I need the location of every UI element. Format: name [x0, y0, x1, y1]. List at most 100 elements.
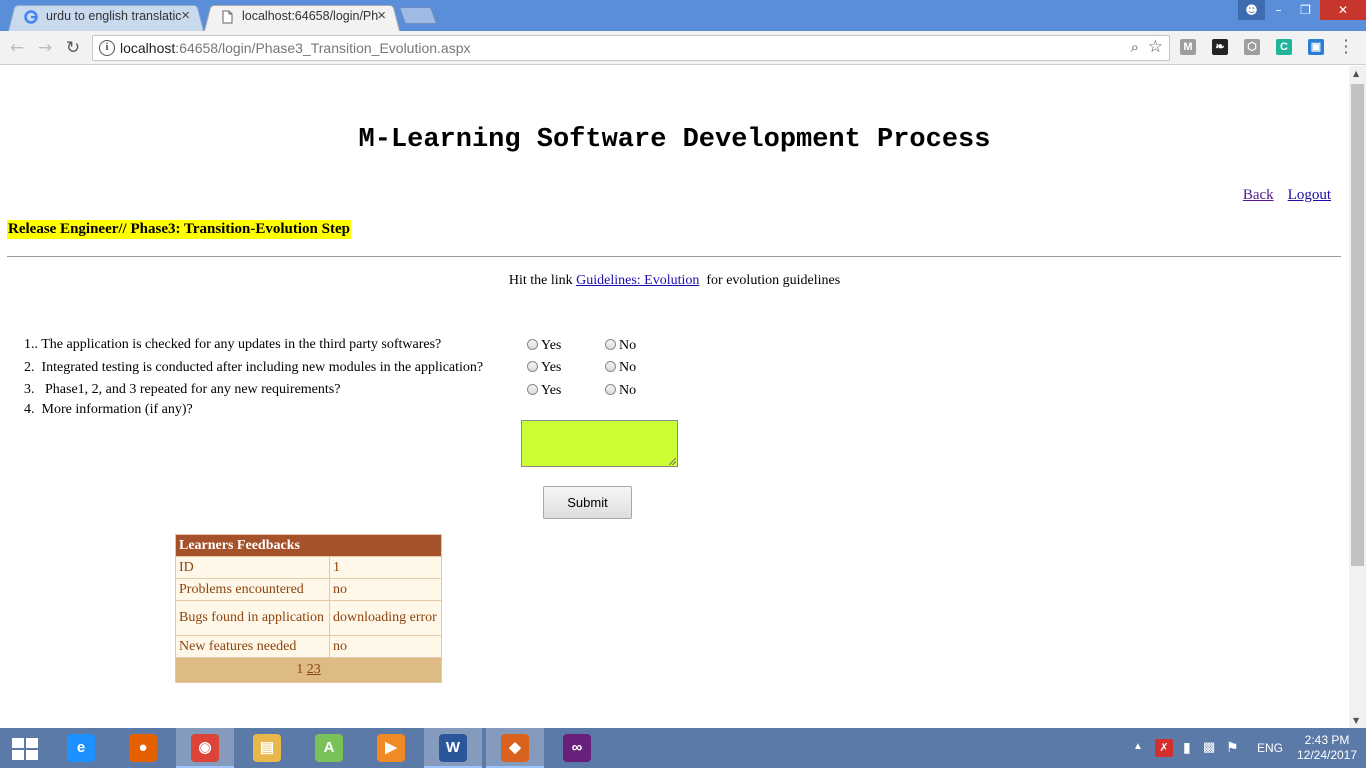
- clock[interactable]: 2:43 PM 12/24/2017: [1296, 733, 1358, 768]
- taskbar-app-button[interactable]: ∞: [548, 728, 606, 768]
- q2-yes-radio[interactable]: Yes: [527, 360, 561, 376]
- show-hidden-icons[interactable]: ▲: [1133, 741, 1143, 768]
- hint-text: for evolution guidelines: [699, 273, 841, 288]
- taskbar-app-button[interactable]: A: [300, 728, 358, 768]
- screen-extension-icon[interactable]: ▣: [1308, 39, 1324, 55]
- new-tab-button[interactable]: [398, 7, 438, 24]
- row-value: no: [329, 635, 442, 658]
- pager-page-3[interactable]: 3: [314, 662, 321, 677]
- antivirus-tray-icon[interactable]: ✗: [1155, 739, 1173, 757]
- taskbar-app-button[interactable]: ▤: [238, 728, 296, 768]
- menu-icon[interactable]: · · ·: [1342, 33, 1350, 61]
- scroll-up-icon[interactable]: ▲: [1353, 69, 1359, 78]
- bookmark-star-icon[interactable]: ☆: [1148, 37, 1163, 57]
- address-bar[interactable]: i localhost:64658/login/Phase3_Transitio…: [92, 35, 1170, 61]
- close-window-button[interactable]: ✕: [1320, 0, 1366, 20]
- taskbar-app-button[interactable]: ◉: [176, 728, 234, 768]
- guidelines-hint: Hit the link Guidelines: Evolution for e…: [0, 273, 1349, 289]
- logout-link[interactable]: Logout: [1288, 187, 1331, 203]
- start-button[interactable]: [0, 728, 50, 768]
- back-link[interactable]: Back: [1243, 187, 1274, 203]
- radio-label: No: [619, 338, 637, 353]
- clock-date: 12/24/2017: [1296, 748, 1358, 762]
- guidelines-evolution-link[interactable]: Guidelines: Evolution: [576, 273, 699, 288]
- q2-no-radio[interactable]: No: [605, 360, 636, 376]
- pager-current: 1: [296, 662, 304, 677]
- page-scrollbar[interactable]: ▲ ▼: [1349, 66, 1366, 728]
- row-label: Problems encountered: [175, 578, 330, 601]
- radio-circle[interactable]: [527, 361, 538, 372]
- tab-localhost[interactable]: localhost:64658/login/Ph ×: [204, 3, 400, 31]
- table-pager: 1 23: [175, 657, 442, 683]
- language-indicator[interactable]: ENG: [1257, 741, 1283, 768]
- battery-icon[interactable]: ▮: [1183, 739, 1191, 768]
- q3-yes-radio[interactable]: Yes: [527, 383, 561, 399]
- page-viewport: M-Learning Software Development Process …: [0, 66, 1349, 728]
- scrollbar-thumb[interactable]: [1351, 84, 1364, 566]
- step-heading: Release Engineer// Phase3: Transition-Ev…: [7, 220, 351, 239]
- q3-no-radio[interactable]: No: [605, 383, 636, 399]
- forward-arrow-icon[interactable]: →: [34, 37, 56, 59]
- profile-icon[interactable]: ☻: [1238, 0, 1265, 20]
- close-tab-icon[interactable]: ×: [181, 7, 190, 24]
- m-extension-icon[interactable]: M: [1180, 39, 1196, 55]
- radio-label: Yes: [541, 383, 562, 398]
- table-row: Problems encountered no: [175, 578, 442, 601]
- radio-circle[interactable]: [605, 361, 616, 372]
- taskbar-app-button[interactable]: ▶: [362, 728, 420, 768]
- internet-explorer-icon: e: [67, 734, 95, 762]
- table-row: New features needed no: [175, 635, 442, 658]
- taskbar-app-button[interactable]: ◆: [486, 728, 544, 768]
- flag-notification-icon[interactable]: ⚑: [1226, 739, 1239, 768]
- windows-taskbar: e ● ◉ ▤ A ▶ W ◆ ∞ ▲ ✗ ▮ ▩ ⚑ ENG 2:43 PM 12/24/20…: [0, 728, 1366, 768]
- q1-no-radio[interactable]: No: [605, 338, 636, 354]
- radio-circle[interactable]: [527, 339, 538, 350]
- word-icon: W: [439, 734, 467, 762]
- hint-text: Hit the link: [508, 273, 577, 288]
- table-header: Learners Feedbacks: [175, 534, 442, 557]
- more-information-textarea[interactable]: [521, 420, 678, 467]
- chrome-icon: ◉: [191, 734, 219, 762]
- back-arrow-icon[interactable]: ←: [6, 37, 28, 59]
- page-icon: [220, 10, 234, 24]
- info-icon[interactable]: i: [99, 40, 115, 56]
- row-value: downloading error: [329, 600, 442, 636]
- reload-icon[interactable]: ↻: [62, 37, 84, 59]
- c-extension-icon[interactable]: C: [1276, 39, 1292, 55]
- minimize-button[interactable]: –: [1265, 0, 1292, 20]
- pager-cell: 1 23: [175, 657, 442, 683]
- radio-circle[interactable]: [605, 339, 616, 350]
- visual-studio-icon: ∞: [563, 734, 591, 762]
- restore-button[interactable]: ❐: [1292, 0, 1319, 20]
- radio-label: No: [619, 383, 637, 398]
- google-icon: [24, 10, 38, 24]
- submit-button[interactable]: Submit: [543, 486, 632, 519]
- zoom-icon[interactable]: ⌕: [1131, 38, 1139, 56]
- question-1: 1.. The application is checked for any u…: [24, 337, 442, 352]
- question-4: 4. More information (if any)?: [24, 402, 193, 417]
- tab-translate[interactable]: urdu to english translatic ×: [8, 3, 204, 31]
- divider: [7, 256, 1341, 257]
- network-icon[interactable]: ▩: [1203, 739, 1215, 768]
- taskbar-app-button[interactable]: e: [52, 728, 110, 768]
- row-value: 1: [329, 556, 442, 579]
- taskbar-app-button[interactable]: W: [424, 728, 482, 768]
- top-links: Back Logout: [1229, 187, 1331, 204]
- pager-page-2[interactable]: 2: [307, 662, 314, 677]
- url-text: localhost:64658/login/Phase3_Transition_…: [120, 40, 471, 56]
- taskbar-app-button[interactable]: ●: [114, 728, 172, 768]
- firefox-icon: ●: [129, 734, 157, 762]
- row-label: Bugs found in application: [175, 600, 330, 636]
- scroll-down-icon[interactable]: ▼: [1353, 716, 1359, 725]
- cube-extension-icon[interactable]: ⬡: [1244, 39, 1260, 55]
- windows-logo-icon: [12, 738, 38, 760]
- radio-circle[interactable]: [605, 384, 616, 395]
- table-row: ID 1: [175, 556, 442, 579]
- radio-label: Yes: [541, 338, 562, 353]
- q1-yes-radio[interactable]: Yes: [527, 338, 561, 354]
- browser-titlebar: urdu to english translatic × localhost:6…: [0, 0, 1366, 31]
- close-tab-icon[interactable]: ×: [377, 7, 386, 24]
- feather-extension-icon[interactable]: ❧: [1212, 39, 1228, 55]
- clock-time: 2:43 PM: [1304, 733, 1350, 747]
- radio-circle[interactable]: [527, 384, 538, 395]
